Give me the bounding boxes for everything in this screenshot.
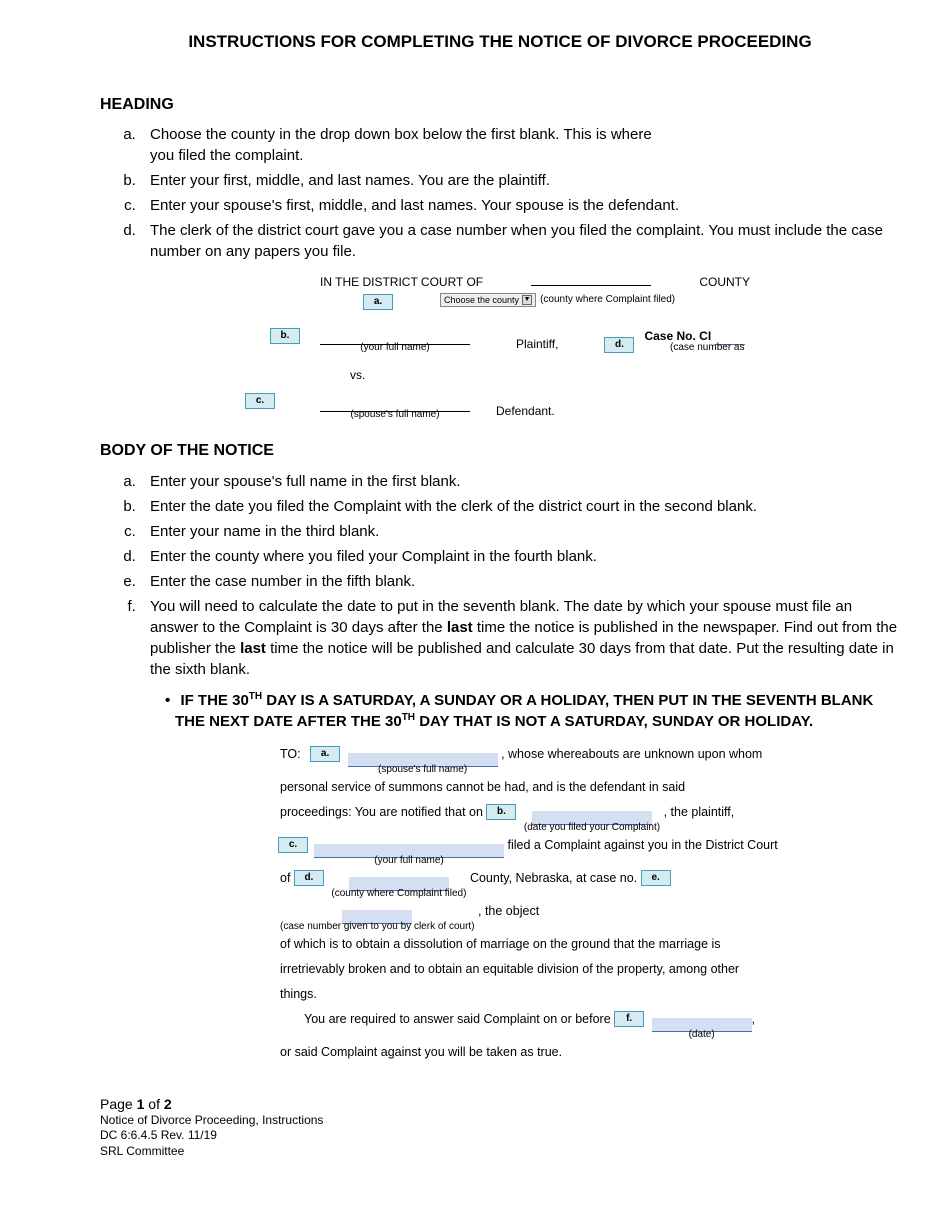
instr-item: You will need to calculate the date to p… [140,596,900,680]
instr-item: Enter the date you filed the Complaint w… [140,496,900,517]
marker-d: d. [604,337,634,353]
instr-item: Enter the case number in the fifth blank… [140,571,900,592]
text: filed a Complaint against you in the Dis… [507,838,777,852]
marker-c: c. [278,837,308,853]
label: Plaintiff, [516,336,558,353]
caption: (date you filed your Complaint) [524,823,660,833]
label: Defendant. [496,403,555,420]
instr-item: Enter the county where you filed your Co… [140,546,900,567]
body-instructions: Enter your spouse's full name in the fir… [140,471,900,680]
marker-c: c. [245,393,275,409]
marker-d: d. [294,870,324,886]
heading-instructions: Choose the county in the drop down box b… [140,124,900,262]
county-dropdown[interactable]: Choose the county▼ [440,293,536,307]
label-vs: vs. [350,367,750,384]
caption: (case number given to you by clerk of co… [280,922,475,932]
text: You are required to answer said Complain… [304,1012,614,1026]
text: of which is to obtain a dissolution of m… [280,932,855,957]
marker-a: a. [363,294,393,310]
instr-item: Enter your spouse's first, middle, and l… [140,195,680,216]
label: TO: [280,747,301,761]
page-footer: Page 1 of 2 Notice of Divorce Proceeding… [100,1095,900,1160]
section-heading-label: HEADING [100,94,900,116]
caption: (county where Complaint filed) [540,293,675,307]
text: personal service of summons cannot be ha… [280,775,855,800]
footer-line: DC 6:6.4.5 Rev. 11/19 [100,1128,900,1144]
footer-line: Notice of Divorce Proceeding, Instructio… [100,1113,900,1129]
text: , the plaintiff, [664,805,735,819]
text: things. [280,982,855,1007]
text: proceedings: You are notified that on [280,805,486,819]
form-body-mock: TO: a. (spouse's full name) , whose wher… [280,742,855,1065]
text: , whose whereabouts are unknown upon who… [501,747,762,761]
instr-item: Enter your first, middle, and last names… [140,170,900,191]
text: or said Complaint against you will be ta… [280,1040,855,1065]
text: of [280,871,294,885]
marker-f: f. [614,1011,644,1027]
instr-item: Enter your spouse's full name in the fir… [140,471,900,492]
marker-a: a. [310,746,340,762]
instr-item: Choose the county in the drop down box b… [140,124,680,166]
form-header-mock: IN THE DISTRICT COURT OF COUNTY a. Choos… [320,272,750,420]
caption: (county where Complaint filed) [331,889,466,899]
note-30th-day: IF THE 30TH DAY IS A SATURDAY, A SUNDAY … [175,690,900,732]
section-body-label: BODY OF THE NOTICE [100,440,900,462]
label: COUNTY [699,274,750,291]
footer-line: SRL Committee [100,1144,900,1160]
instr-item: The clerk of the district court gave you… [140,220,900,262]
marker-b: b. [270,328,300,344]
page-title: INSTRUCTIONS FOR COMPLETING THE NOTICE O… [100,30,900,54]
chevron-down-icon: ▼ [522,295,532,305]
label: IN THE DISTRICT COURT OF [320,274,483,291]
text: irretrievably broken and to obtain an eq… [280,957,855,982]
text: County, Nebraska, at case no. [470,871,641,885]
marker-b: b. [486,804,516,820]
label: Case No. CI [644,329,711,343]
instr-item: Enter your name in the third blank. [140,521,900,542]
text: , the object [478,904,539,918]
blank-county [531,272,651,286]
marker-e: e. [641,870,671,886]
